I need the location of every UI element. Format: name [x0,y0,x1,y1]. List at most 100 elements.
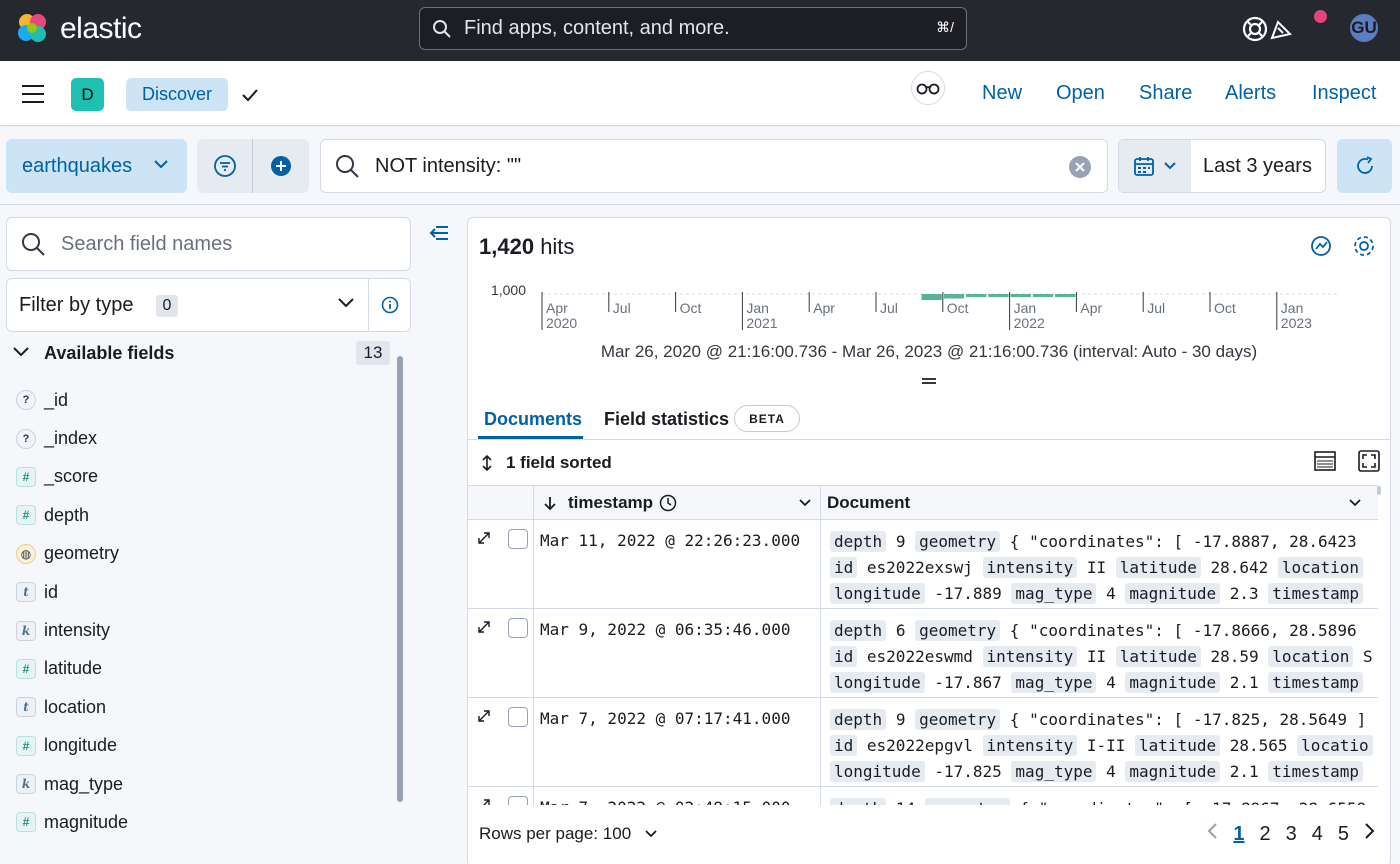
table-row[interactable]: Mar 7, 2022 @ 07:17:41.000 depth 9 geomet… [468,698,1378,787]
query-input[interactable]: NOT intensity: "" [320,139,1108,193]
sidebar-scrollbar[interactable] [397,356,403,802]
clear-query-icon[interactable] [1069,156,1091,178]
data-view-picker[interactable]: earthquakes [6,139,187,193]
filter-menu-button[interactable] [197,139,253,193]
open-link[interactable]: Open [1056,82,1105,105]
page-1-button[interactable]: 1 [1233,823,1244,846]
elastic-logo[interactable]: elastic [16,12,142,46]
add-filter-button[interactable] [253,139,309,193]
column-header-timestamp[interactable]: timestamp [534,486,821,520]
x-tick-year: 2021 [746,315,777,331]
share-link[interactable]: Share [1139,82,1192,105]
collapse-sidebar-icon[interactable] [428,223,450,243]
doc-field-key: mag_type [1011,583,1097,604]
glasses-icon[interactable] [911,71,945,105]
histogram-bar[interactable] [921,294,942,300]
menu-toggle-button[interactable] [22,85,44,103]
field-item-id[interactable]: t id [16,573,396,611]
x-tick-label: Jul [1147,300,1165,316]
next-page-icon[interactable] [1364,822,1376,846]
gear-icon[interactable] [1352,234,1376,258]
field-item-location[interactable]: t location [16,688,396,726]
table-row[interactable]: Mar 7, 2022 @ 02:49:15.000 depth 14 geome… [468,787,1378,805]
expand-icon[interactable] [476,797,492,805]
column-header-document[interactable]: Document [821,486,1378,520]
row-checkbox[interactable] [508,796,528,805]
chevron-down-icon [13,347,29,357]
info-button[interactable] [368,279,411,331]
tab-documents[interactable]: Documents [484,409,582,430]
histogram-bar[interactable] [988,294,1009,297]
field-item-geometry[interactable]: ◍ geometry [16,535,396,573]
chevron-down-icon[interactable] [1348,498,1362,508]
quick-date-menu-button[interactable] [1119,140,1191,192]
tab-field-statistics[interactable]: Field statistics [604,409,729,430]
alerts-link[interactable]: Alerts [1225,82,1276,105]
expand-icon[interactable] [476,530,492,546]
expand-icon[interactable] [476,708,492,724]
user-avatar[interactable]: GU [1348,12,1380,44]
previous-page-icon[interactable] [1206,822,1218,846]
page-5-button[interactable]: 5 [1338,823,1349,846]
expand-icon[interactable] [476,619,492,635]
field-item-id[interactable]: ? _id [16,381,396,419]
time-range-label[interactable]: Last 3 years [1203,155,1312,178]
fullscreen-icon[interactable] [1357,449,1381,473]
field-item-longitude[interactable]: # longitude [16,727,396,765]
available-fields-header[interactable]: Available fields 13 [12,341,390,365]
x-tick-year: 2023 [1281,315,1312,331]
histogram-bar[interactable] [966,294,987,297]
histogram-chart[interactable]: 1,000Apr2020Jul Oct Jan2021Apr Jul Oct Jan202… [468,278,1390,338]
rows-per-page-select[interactable]: Rows per page: 100 [479,824,658,844]
field-item-depth[interactable]: # depth [16,496,396,534]
field-item-magnitude[interactable]: # magnitude [16,803,396,841]
histogram-bar[interactable] [1055,294,1076,297]
visualize-icon[interactable] [1309,234,1333,258]
chevron-down-icon[interactable] [798,498,812,508]
sort-control[interactable]: 1 field sorted [480,453,612,473]
document-line: depth 14 geometry { "coordinates": [ -17… [830,796,1378,805]
histogram-bar[interactable] [943,294,965,299]
timestamp-column-label: timestamp [568,493,654,512]
field-item-index[interactable]: ? _index [16,419,396,457]
histogram-bar[interactable] [1010,294,1031,297]
global-search-input[interactable]: Find apps, content, and more. ⌘/ [419,7,967,50]
row-checkbox[interactable] [508,707,528,727]
page-4-button[interactable]: 4 [1312,823,1323,846]
row-checkbox[interactable] [508,618,528,638]
field-item-score[interactable]: # _score [16,458,396,496]
x-tick-year: 2020 [546,315,577,331]
field-item-latitude[interactable]: # latitude [16,650,396,688]
doc-field-value: 28.59 [1210,647,1259,666]
hits-counter: 1,420 hits [479,234,574,260]
doc-field-value: -17.867 [934,673,1002,692]
inspect-link[interactable]: Inspect [1312,82,1376,105]
histogram-bar[interactable] [1032,294,1054,297]
breadcrumb-discover[interactable]: Discover [126,78,229,111]
new-link[interactable]: New [982,82,1022,105]
plus-circle-icon [271,156,291,176]
field-search-input[interactable]: Search field names [6,217,411,271]
refresh-button[interactable] [1337,139,1392,193]
field-item-intensity[interactable]: k intensity [16,611,396,649]
table-row[interactable]: Mar 11, 2022 @ 22:26:23.000 depth 9 geome… [468,520,1378,609]
doc-field-key: magnitude [1125,761,1221,782]
row-density-icon[interactable] [1313,449,1337,473]
news-feed-icon[interactable] [1266,14,1296,44]
resize-handle[interactable] [922,378,936,384]
page-2-button[interactable]: 2 [1260,823,1271,846]
row-checkbox[interactable] [508,529,528,549]
document-line: depth 9 geometry { "coordinates": [ -17.… [830,529,1378,555]
space-avatar[interactable]: D [71,78,104,111]
grid-scrollbar[interactable] [1377,486,1381,495]
table-row[interactable]: Mar 9, 2022 @ 06:35:46.000 depth 6 geomet… [468,609,1378,698]
doc-field-value: 9 [895,532,906,551]
doc-field-value: 4 [1106,762,1116,781]
doc-field-key: depth [830,531,887,552]
page-3-button[interactable]: 3 [1286,823,1297,846]
document-line: id es2022exswj intensity II latitude 28.… [830,555,1378,581]
x-tick-label: Apr [1080,300,1102,316]
doc-field-value: -17.825 [934,762,1002,781]
field-item-mag-type[interactable]: k mag_type [16,765,396,803]
filter-by-type[interactable]: Filter by type 0 [6,278,411,332]
